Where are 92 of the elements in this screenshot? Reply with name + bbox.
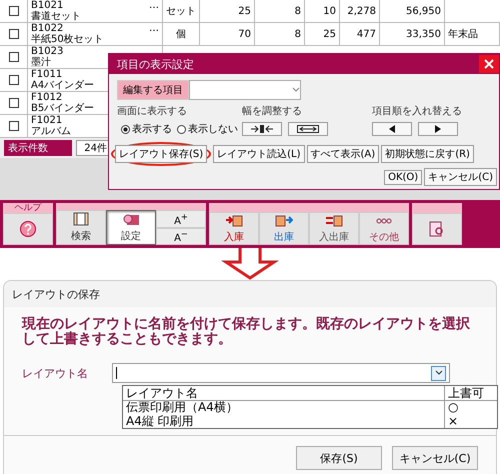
section-label: 項目順を入れ替える (372, 104, 463, 118)
box-out-icon (275, 213, 293, 229)
more-button[interactable]: … (149, 23, 159, 45)
item-code: B1023 (31, 46, 64, 57)
chevron-icon (434, 370, 442, 376)
more-button[interactable]: … (149, 0, 159, 22)
list-cell-text: ○ (447, 400, 460, 414)
table-cell: 25 (200, 0, 255, 22)
dialog-button[interactable]: すべて表示(A) (306, 145, 380, 163)
checkbox[interactable] (8, 6, 18, 16)
dialog-button[interactable]: 初期状態に戻す(R) (381, 145, 474, 163)
close-button[interactable] (479, 55, 499, 73)
table-cell: 2,278 (340, 0, 380, 22)
column-header: 上書可 (445, 386, 497, 401)
font-size-button[interactable]: A$^{+}$ (156, 210, 206, 228)
radio-option[interactable]: 表示しない (177, 122, 238, 136)
layout-name-field[interactable] (112, 363, 450, 383)
list-item[interactable]: A4縦 印刷用 × (123, 414, 497, 428)
table-cell: 477 (340, 23, 380, 45)
count-label: 表示件数 (4, 140, 72, 156)
toolbar-button[interactable] (3, 213, 53, 245)
item-name: 半紙50枚セット (31, 34, 104, 45)
section-label: 幅を調整する (242, 104, 303, 118)
item-name: A4バインダー (31, 80, 94, 91)
item-name: B5バインダー (31, 103, 94, 114)
table-cell: 70 (200, 23, 255, 45)
box-in-icon (225, 213, 243, 229)
text-cursor (116, 367, 117, 379)
table-cell: セット (163, 0, 200, 22)
table-cell: 8 (255, 23, 305, 45)
item-code: B1022 (31, 23, 64, 34)
narrow-button[interactable] (242, 122, 282, 136)
font-size-button[interactable]: A$^{−}$ (156, 228, 206, 245)
move-left-button[interactable] (372, 122, 412, 136)
list-item[interactable]: 伝票印刷用（A4横） ○ (123, 400, 497, 414)
dialog-title: レイアウトの保存 (12, 286, 100, 302)
item-code: F1012 (31, 92, 64, 103)
help-icon (19, 221, 37, 237)
checkbox[interactable] (8, 52, 18, 62)
dialog-button[interactable]: レイアウト保存(S) (115, 145, 208, 163)
widen-button[interactable] (288, 122, 328, 136)
checkbox[interactable] (8, 29, 18, 39)
toolbar-button[interactable]: その他 (359, 212, 409, 245)
checkbox[interactable] (8, 121, 18, 131)
item-code: F1021 (31, 115, 64, 126)
dialog-button[interactable]: キャンセル(C) (392, 446, 478, 470)
table-cell: 8 (255, 0, 305, 22)
table-cell: 年末品 (445, 23, 500, 45)
box-transfer-icon (325, 213, 343, 229)
dialog-button[interactable]: レイアウト読込(L) (213, 145, 305, 163)
close-icon (484, 59, 494, 69)
table-cell: 33,350 (380, 23, 445, 45)
toolbar-button[interactable]: 設定 (106, 210, 156, 245)
table-cell: 個 (163, 23, 200, 45)
table-cell: 25 (305, 23, 340, 45)
table-cell: 10 (305, 0, 340, 22)
radio-option[interactable]: 表示する (121, 122, 172, 136)
dialog-button[interactable]: 保存(S) (296, 446, 382, 470)
item-code: B1021 (31, 0, 64, 11)
chevron-icon (292, 87, 300, 93)
field-label: レイアウト名 (22, 366, 89, 380)
list-cell: A4縦 印刷用 (123, 414, 445, 428)
widen-icon (297, 125, 319, 133)
checkbox[interactable] (8, 75, 18, 85)
toolbar-button[interactable]: 入庫 (209, 212, 259, 245)
section-label: 画面に表示する (117, 104, 188, 118)
column-header: レイアウト名 (123, 386, 445, 401)
dialog-button[interactable]: キャンセル(C) (424, 168, 497, 186)
field-label: 編集する項目 (117, 80, 189, 100)
toolbar-button[interactable]: 検索 (56, 210, 106, 245)
dialog-title: 項目の表示設定 (117, 56, 194, 72)
item-name: 墨汁 (31, 57, 52, 68)
dropdown-field[interactable] (189, 80, 301, 100)
toolbar-button[interactable]: 出庫 (259, 212, 309, 245)
item-code: F1011 (31, 69, 64, 80)
toolbar-button[interactable] (412, 213, 462, 245)
list-cell: 伝票印刷用（A4横） (123, 400, 445, 414)
dialog-button[interactable]: OK(O) (384, 170, 422, 184)
toolbar-button[interactable]: 入出庫 (309, 212, 359, 245)
checkbox[interactable] (8, 98, 18, 108)
narrow-icon (251, 125, 273, 133)
item-name: 書道セット (31, 11, 81, 22)
count-field: 24件 (76, 140, 110, 156)
table-cell: 56,950 (380, 0, 445, 22)
list-cell-text: × (447, 414, 460, 428)
panel-icon (72, 212, 90, 228)
dialog-message: 現在のレイアウトに名前を付けて保存します。既存のレイアウトを選択して上書きすることもできます。 (22, 317, 471, 347)
dropdown-button[interactable] (431, 366, 446, 380)
right-triangle-icon (435, 125, 441, 133)
item-name: アルバム (31, 126, 71, 137)
left-triangle-icon (389, 125, 395, 133)
move-right-button[interactable] (418, 122, 458, 136)
